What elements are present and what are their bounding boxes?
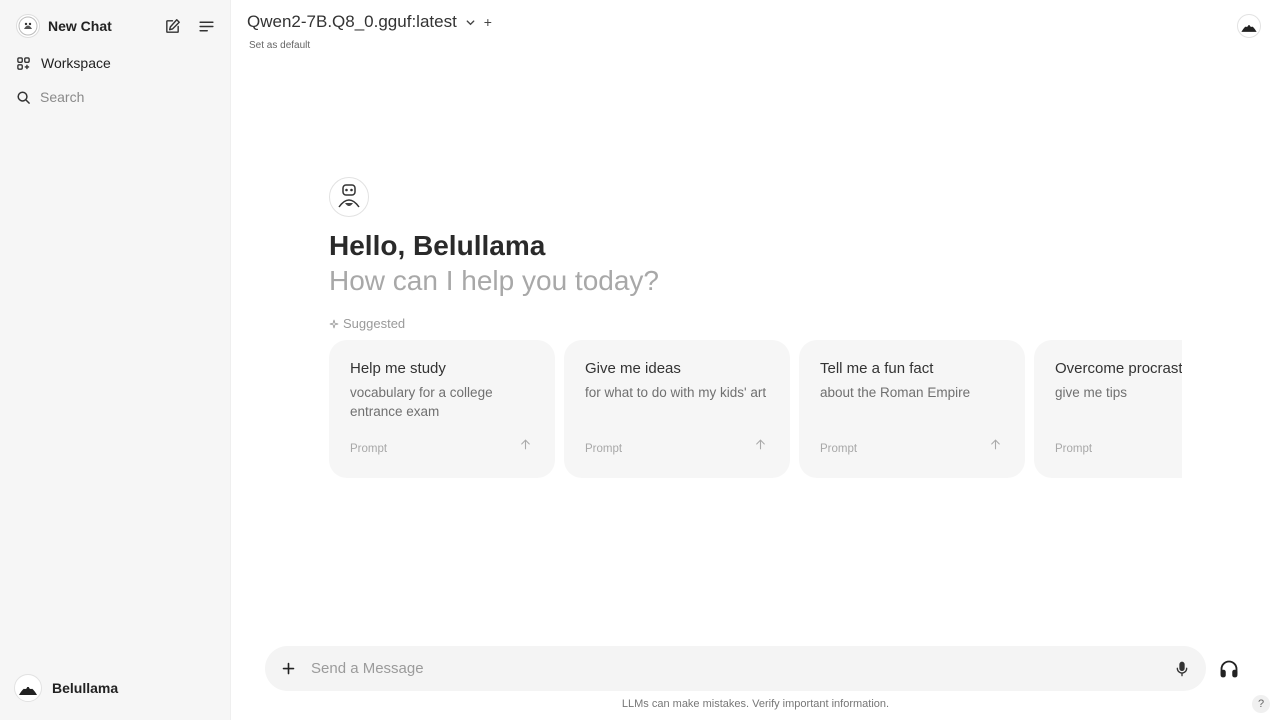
search-icon — [16, 90, 31, 105]
suggestion-subtitle: give me tips — [1055, 385, 1128, 400]
disclaimer-text: LLMs can make mistakes. Verify important… — [621, 698, 890, 710]
suggestion-title: Overcome procrastination — [1055, 360, 1182, 377]
model-selector[interactable]: Qwen2-7B.Q8_0.gguf:latest + — [247, 12, 492, 32]
arrow-up-icon — [519, 438, 532, 456]
suggestion-carousel: Help me study vocabulary for a college e… — [329, 340, 1182, 480]
workspace-icon — [16, 56, 31, 71]
suggestion-title: Help me study — [350, 360, 446, 377]
suggestion-card[interactable]: Tell me a fun fact about the Roman Empir… — [799, 340, 1025, 478]
arrow-up-icon — [989, 438, 1002, 456]
menu-icon[interactable] — [194, 14, 218, 38]
message-input[interactable] — [311, 653, 1171, 684]
suggestion-card[interactable]: Overcome procrastination give me tips Pr… — [1034, 340, 1182, 478]
greeting-subtitle: How can I help you today? — [329, 265, 659, 296]
add-model-button[interactable]: + — [484, 14, 492, 30]
microphone-icon[interactable] — [1171, 658, 1193, 680]
suggested-text: Suggested — [343, 316, 406, 331]
model-logo-icon — [329, 177, 369, 217]
arrow-up-icon — [754, 438, 767, 456]
headphones-icon[interactable] — [1216, 656, 1242, 682]
chevron-down-icon[interactable] — [465, 17, 476, 28]
edit-icon[interactable] — [160, 14, 184, 38]
plus-icon[interactable] — [277, 658, 299, 680]
llama-logo-icon — [16, 14, 40, 38]
greeting-heading: Hello, Belullama — [329, 230, 546, 261]
suggested-label: Suggested — [329, 316, 405, 331]
suggestion-card[interactable]: Help me study vocabulary for a college e… — [329, 340, 555, 478]
suggestion-title: Give me ideas — [585, 360, 681, 377]
profile-avatar[interactable] — [1237, 14, 1261, 38]
new-chat-button[interactable]: New Chat — [8, 9, 222, 43]
suggestion-tag: Prompt — [820, 443, 858, 455]
sidebar: New Chat Workspace Search Belullama — [0, 0, 231, 720]
suggestion-card[interactable]: Give me ideas for what to do with my kid… — [564, 340, 790, 478]
avatar — [14, 674, 42, 702]
set-default-link[interactable]: Set as default — [249, 40, 310, 51]
suggestion-tag: Prompt — [585, 443, 623, 455]
sidebar-search[interactable]: Search — [8, 80, 222, 114]
workspace-label: Workspace — [41, 55, 111, 71]
message-composer — [265, 646, 1206, 691]
suggestion-title: Tell me a fun fact — [820, 360, 934, 377]
sparkle-icon — [329, 319, 339, 329]
help-button[interactable]: ? — [1252, 695, 1270, 713]
suggestion-subtitle: for what to do with my kids' art — [585, 385, 767, 400]
sidebar-item-workspace[interactable]: Workspace — [8, 46, 222, 80]
user-name: Belullama — [52, 680, 119, 696]
suggestion-tag: Prompt — [350, 443, 388, 455]
model-name: Qwen2-7B.Q8_0.gguf:latest — [247, 12, 457, 31]
user-menu[interactable]: Belullama — [14, 674, 118, 702]
new-chat-label: New Chat — [48, 18, 112, 34]
search-placeholder: Search — [40, 89, 85, 105]
suggestion-subtitle: about the Roman Empire — [820, 385, 971, 400]
suggestion-subtitle: vocabulary for a college entrance exam — [350, 385, 493, 419]
suggestion-tag: Prompt — [1055, 443, 1093, 455]
